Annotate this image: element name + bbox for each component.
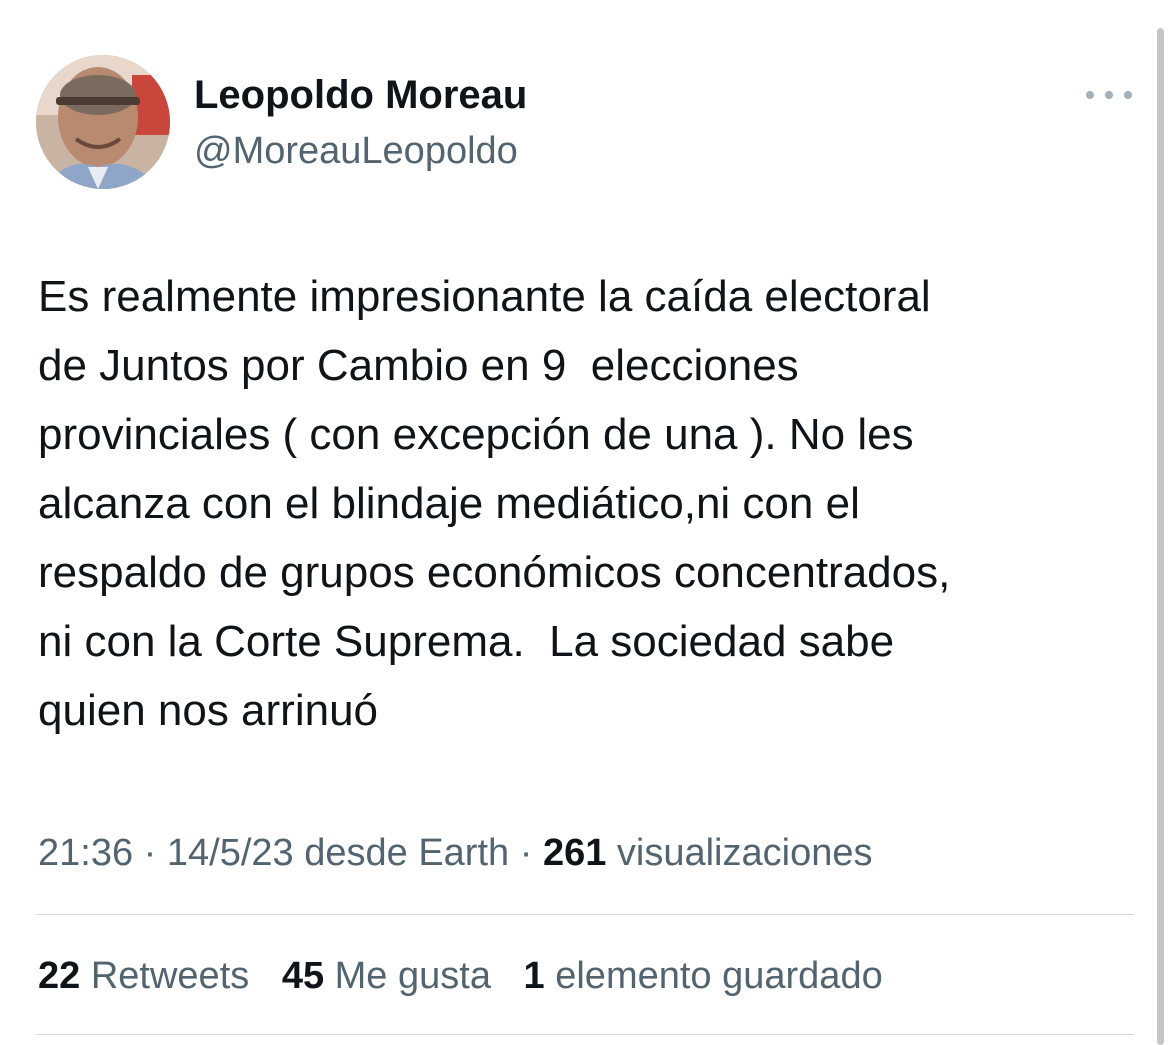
retweets-count: 22	[38, 955, 81, 997]
retweets-stat[interactable]: 22 Retweets	[38, 955, 249, 997]
views-count: 261	[542, 832, 607, 874]
tweet-header: Leopoldo Moreau @MoreauLeopoldo	[36, 55, 1136, 190]
tweet-date[interactable]: 14/5/23	[167, 832, 294, 874]
dot	[1086, 91, 1094, 99]
tweet-detail: Leopoldo Moreau @MoreauLeopoldo Es realm…	[0, 0, 1170, 1045]
tweet-time[interactable]: 21:36	[38, 832, 133, 874]
views-stat[interactable]: 261 visualizaciones	[543, 832, 873, 874]
author-avatar[interactable]	[36, 55, 170, 189]
tweet-text: Es realmente impresionante la caída elec…	[38, 272, 951, 735]
avatar-photo-icon	[36, 55, 170, 189]
meta-separator: ·	[519, 832, 533, 874]
bookmarks-count: 1	[523, 955, 545, 997]
author-display-name[interactable]: Leopoldo Moreau	[194, 71, 527, 119]
tweet-source: desde Earth	[304, 832, 510, 874]
tweet-meta: 21:36 · 14/5/23 desde Earth · 261 visual…	[38, 825, 872, 881]
scrollbar[interactable]	[1157, 28, 1164, 1045]
divider	[36, 1034, 1134, 1035]
views-label: visualizaciones	[616, 832, 873, 874]
likes-stat[interactable]: 45 Me gusta	[282, 955, 491, 997]
meta-separator: ·	[143, 832, 157, 874]
dot	[1124, 91, 1132, 99]
retweets-label: Retweets	[90, 955, 250, 997]
dot	[1105, 91, 1113, 99]
divider	[36, 914, 1134, 915]
bookmarks-stat[interactable]: 1 elemento guardado	[524, 955, 883, 997]
bookmarks-label: elemento guardado	[555, 955, 883, 997]
author-names: Leopoldo Moreau @MoreauLeopoldo	[194, 71, 527, 175]
likes-label: Me gusta	[334, 955, 491, 997]
tweet-stats: 22 Retweets 45 Me gusta 1 elemento guard…	[38, 946, 905, 1006]
ellipsis-icon[interactable]	[1086, 83, 1132, 107]
likes-count: 45	[281, 955, 325, 997]
author-handle[interactable]: @MoreauLeopoldo	[194, 127, 527, 175]
